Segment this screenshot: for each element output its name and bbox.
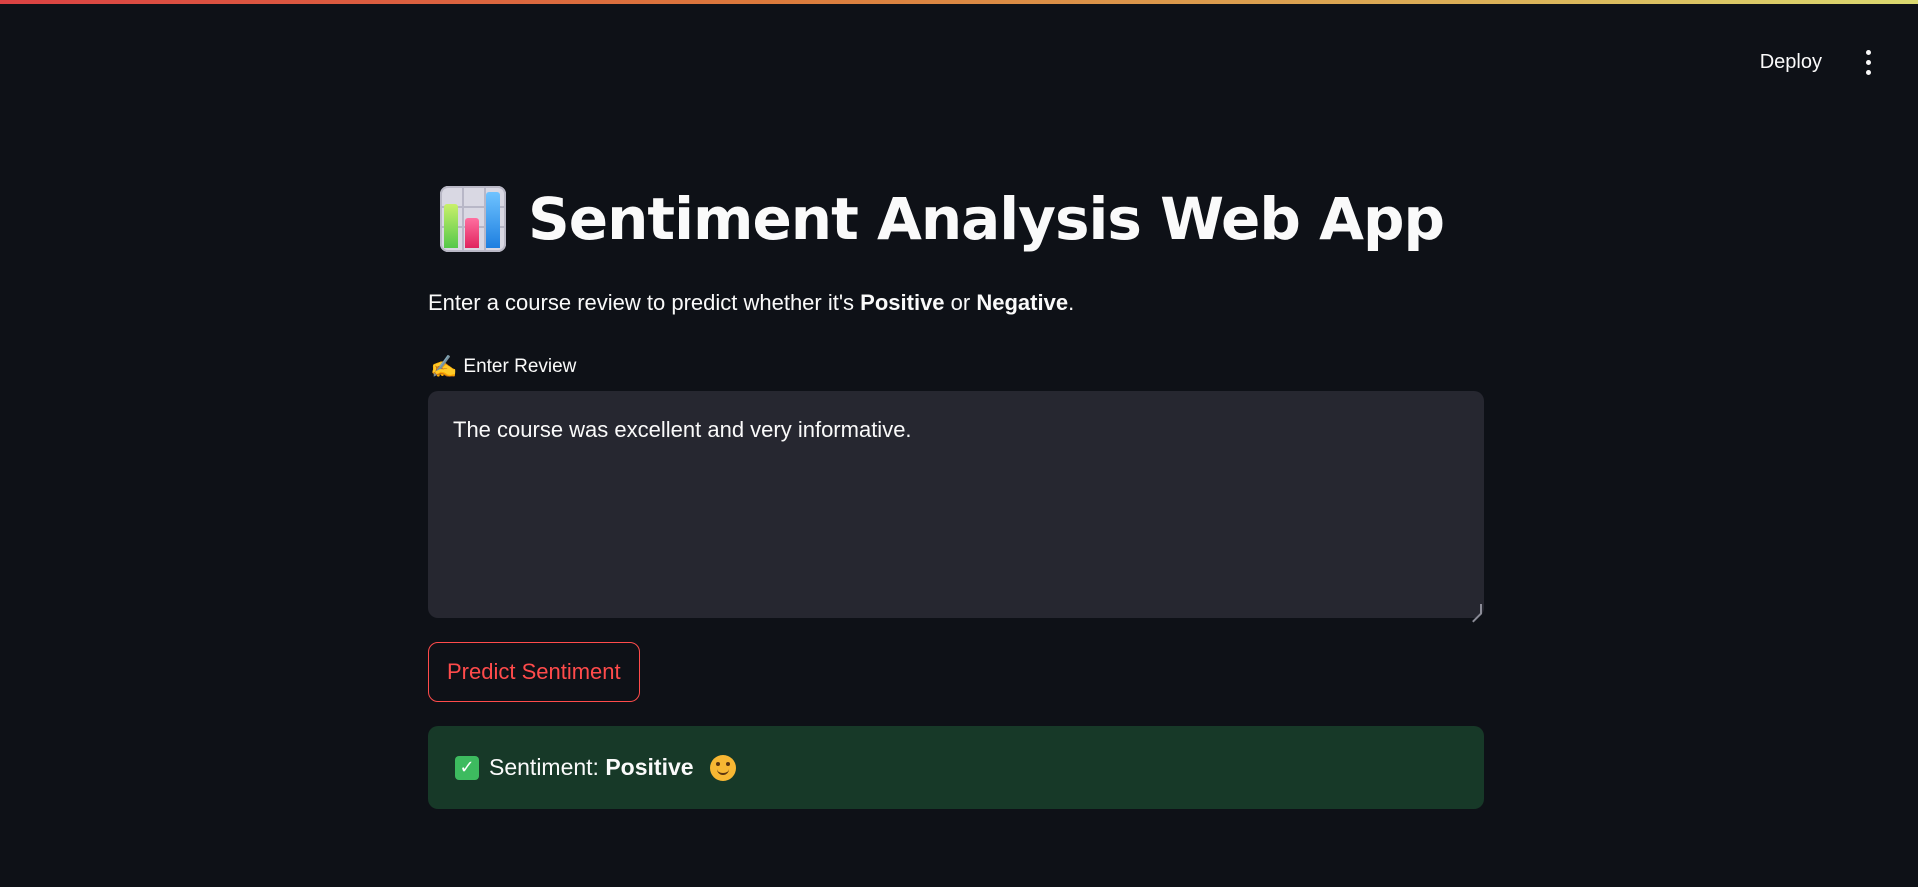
sentiment-result-alert: ✓ Sentiment: Positive (428, 726, 1484, 809)
review-textarea[interactable] (428, 391, 1484, 618)
description-negative: Negative (976, 290, 1069, 315)
smiling-face-icon (709, 754, 736, 781)
page-description: Enter a course review to predict whether… (428, 290, 1074, 316)
description-suffix: . (1068, 290, 1075, 315)
top-decoration-bar (0, 0, 1918, 10)
resize-handle-icon[interactable] (1472, 604, 1482, 614)
review-field-label: ✍️ Enter Review (430, 354, 576, 380)
review-label-text: Enter Review (463, 356, 577, 377)
check-mark-icon: ✓ (455, 755, 479, 780)
result-prefix: Sentiment: (489, 754, 606, 780)
app-header: Deploy (1754, 44, 1878, 80)
deploy-button[interactable]: Deploy (1754, 47, 1828, 78)
page-title-row: Sentiment Analysis Web App (440, 185, 1445, 253)
result-text: Sentiment: Positive (489, 754, 694, 781)
result-value: Positive (605, 754, 694, 780)
description-prefix: Enter a course review to predict whether… (428, 290, 861, 315)
description-or: or (944, 290, 977, 315)
page-title: Sentiment Analysis Web App (528, 185, 1445, 253)
bar-chart-icon (440, 186, 506, 252)
vertical-ellipsis-icon[interactable] (1858, 47, 1878, 77)
description-positive: Positive (860, 290, 945, 315)
predict-sentiment-button[interactable]: Predict Sentiment (428, 642, 640, 702)
writing-hand-icon: ✍️ (430, 354, 458, 379)
